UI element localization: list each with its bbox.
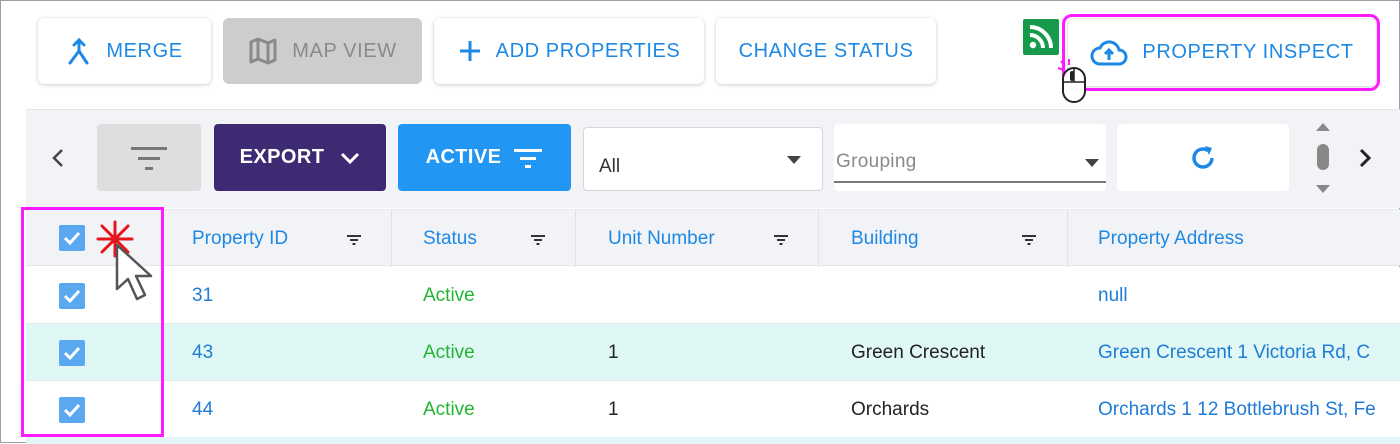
cell-property-address[interactable]: null [1098, 267, 1128, 324]
header-property-id[interactable]: Property ID [192, 210, 392, 267]
filter-button[interactable] [97, 124, 201, 191]
change-status-button[interactable]: CHANGE STATUS [716, 18, 936, 84]
grouping-underline [834, 181, 1106, 183]
column-filter-icon[interactable] [346, 234, 362, 246]
status-select[interactable]: All [583, 127, 823, 191]
scroll-left-button[interactable] [43, 141, 73, 175]
filter-icon [514, 148, 543, 168]
map-icon [249, 37, 277, 65]
dropdown-caret-icon [1085, 159, 1099, 167]
plus-icon [459, 41, 480, 61]
cell-status: Active [423, 341, 475, 363]
active-filter-button[interactable]: ACTIVE [398, 124, 571, 191]
scroll-up-icon[interactable] [1316, 123, 1330, 131]
cell-status: Active [423, 398, 475, 420]
cell-property-id[interactable]: 43 [192, 324, 213, 381]
header-status[interactable]: Status [423, 210, 603, 267]
chevron-down-icon [341, 152, 360, 164]
grouping-select[interactable]: Grouping [834, 124, 1106, 191]
column-filter-icon[interactable] [1021, 234, 1037, 246]
cell-property-id[interactable]: 31 [192, 267, 213, 324]
rss-icon[interactable] [1023, 19, 1059, 55]
change-status-label: CHANGE STATUS [738, 39, 914, 62]
status-select-value: All [599, 156, 621, 177]
header-status-label: Status [423, 227, 477, 249]
chevron-left-icon [52, 149, 63, 167]
column-filter-icon[interactable] [530, 234, 546, 246]
header-unit-number-label: Unit Number [608, 227, 715, 249]
merge-label: MERGE [106, 39, 183, 62]
filter-icon [131, 146, 167, 170]
dropdown-caret-icon [787, 156, 801, 164]
refresh-icon [1192, 145, 1214, 169]
scroll-right-button[interactable] [1350, 141, 1380, 175]
merge-button[interactable]: MERGE [38, 18, 211, 84]
scroll-down-icon[interactable] [1316, 185, 1330, 193]
chevron-right-icon [1359, 148, 1372, 168]
header-property-address[interactable]: Property Address [1098, 210, 1398, 267]
export-label: EXPORT [239, 146, 325, 168]
table-row[interactable]: 43 Active 1 Green Crescent Green Crescen… [26, 324, 1400, 381]
property-inspect-highlight [1062, 14, 1380, 91]
merge-icon [68, 37, 89, 65]
grouping-placeholder: Grouping [836, 151, 917, 172]
refresh-button[interactable] [1117, 124, 1289, 191]
header-building-label: Building [851, 227, 919, 249]
mouse-click-icon [1057, 59, 1086, 103]
header-property-id-label: Property ID [192, 227, 289, 249]
mouse-pointer-icon [115, 243, 153, 301]
map-view-button[interactable]: MAP VIEW [223, 18, 422, 84]
header-unit-number[interactable]: Unit Number [608, 210, 838, 267]
export-button[interactable]: EXPORT [214, 124, 386, 191]
add-properties-button[interactable]: ADD PROPERTIES [434, 18, 704, 84]
cell-property-id[interactable]: 44 [192, 381, 213, 438]
cell-building: Green Crescent [851, 341, 986, 363]
header-property-address-label: Property Address [1098, 227, 1244, 249]
toolbar-scrollbar[interactable] [1312, 119, 1334, 199]
scrollbar-thumb[interactable] [1317, 144, 1329, 170]
column-filter-icon[interactable] [773, 234, 789, 246]
table-row[interactable]: 44 Active 1 Orchards Orchards 1 12 Bottl… [26, 381, 1400, 438]
add-properties-label: ADD PROPERTIES [495, 39, 681, 62]
table-header: Property ID Status Unit Number Building … [26, 209, 1400, 267]
map-view-label: MAP VIEW [292, 39, 397, 62]
cell-unit-number: 1 [608, 341, 619, 363]
active-label: ACTIVE [425, 146, 502, 168]
cell-property-address[interactable]: Orchards 1 12 Bottlebrush St, Fe [1098, 381, 1376, 438]
table-row[interactable]: 31 Active null [26, 267, 1400, 324]
cell-property-address[interactable]: Green Crescent 1 Victoria Rd, C [1098, 324, 1370, 381]
cell-status: Active [423, 284, 475, 306]
header-building[interactable]: Building [851, 210, 1081, 267]
cell-building: Orchards [851, 398, 930, 420]
cell-unit-number: 1 [608, 398, 619, 420]
